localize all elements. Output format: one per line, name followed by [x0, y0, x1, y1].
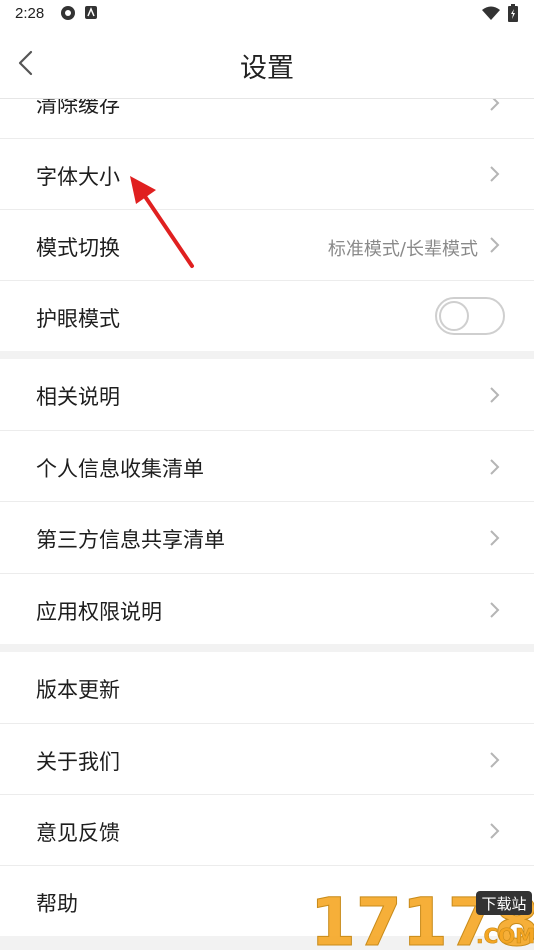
sync-icon — [61, 6, 75, 20]
settings-item-label: 版本更新 — [36, 678, 120, 702]
app-notification-icon — [85, 6, 97, 19]
settings-item-related-info[interactable]: 相关说明 — [0, 359, 534, 429]
settings-item-label: 相关说明 — [36, 385, 120, 409]
settings-item-personal-info[interactable]: 个人信息收集清单 — [0, 431, 534, 501]
wifi-icon — [482, 6, 500, 20]
section-gap — [0, 351, 534, 359]
app-header: 设置 — [0, 28, 534, 99]
mode-switch-value: 标准模式/长辈模式 — [327, 239, 478, 260]
settings-item-label: 字体大小 — [36, 165, 120, 189]
settings-item-version-update[interactable]: 版本更新 — [0, 652, 534, 722]
chevron-right-icon — [490, 530, 500, 546]
chevron-right-icon — [490, 459, 500, 475]
settings-item-label: 第三方信息共享清单 — [36, 528, 225, 552]
toggle-knob — [439, 301, 469, 331]
chevron-right-icon — [490, 166, 500, 182]
settings-item-mode-switch[interactable]: 模式切换 标准模式/长辈模式 — [0, 210, 534, 280]
settings-list: 清除缓存 字体大小 模式切换 标准模式/长辈模式 护眼模式 相关说明 个人信息收… — [0, 99, 534, 950]
settings-item-label: 应用权限说明 — [36, 600, 162, 624]
settings-item-label: 帮助 — [36, 892, 78, 916]
site-watermark-logo: 17178 下载站 .COM — [310, 885, 534, 950]
annotation-arrow-icon — [130, 176, 194, 268]
chevron-right-icon — [490, 99, 500, 111]
chevron-right-icon — [490, 823, 500, 839]
settings-item-feedback[interactable]: 意见反馈 — [0, 795, 534, 865]
watermark-domain: .COM — [476, 924, 534, 948]
settings-item-label: 意见反馈 — [36, 821, 120, 845]
settings-item-label: 护眼模式 — [36, 307, 120, 331]
settings-item-font-size[interactable]: 字体大小 — [0, 139, 534, 209]
settings-item-clear-cache[interactable]: 清除缓存 — [0, 99, 534, 138]
settings-item-label: 清除缓存 — [36, 99, 120, 117]
settings-item-app-permissions[interactable]: 应用权限说明 — [0, 574, 534, 644]
watermark-badge: 下载站 — [481, 895, 526, 913]
settings-item-about-us[interactable]: 关于我们 — [0, 724, 534, 794]
settings-item-label: 个人信息收集清单 — [36, 457, 204, 481]
chevron-right-icon — [490, 602, 500, 618]
section-gap — [0, 644, 534, 652]
settings-item-eye-care: 护眼模式 — [0, 281, 534, 351]
chevron-right-icon — [490, 752, 500, 768]
battery-icon — [508, 4, 518, 22]
chevron-right-icon — [490, 387, 500, 403]
settings-item-third-party[interactable]: 第三方信息共享清单 — [0, 502, 534, 572]
status-time: 2:28 — [15, 5, 45, 22]
settings-item-label: 模式切换 — [36, 236, 120, 260]
chevron-right-icon — [490, 237, 500, 253]
settings-item-label: 关于我们 — [36, 750, 120, 774]
page-title: 设置 — [240, 53, 294, 84]
eye-care-toggle[interactable] — [435, 297, 505, 335]
status-bar: 2:28 — [0, 0, 534, 28]
